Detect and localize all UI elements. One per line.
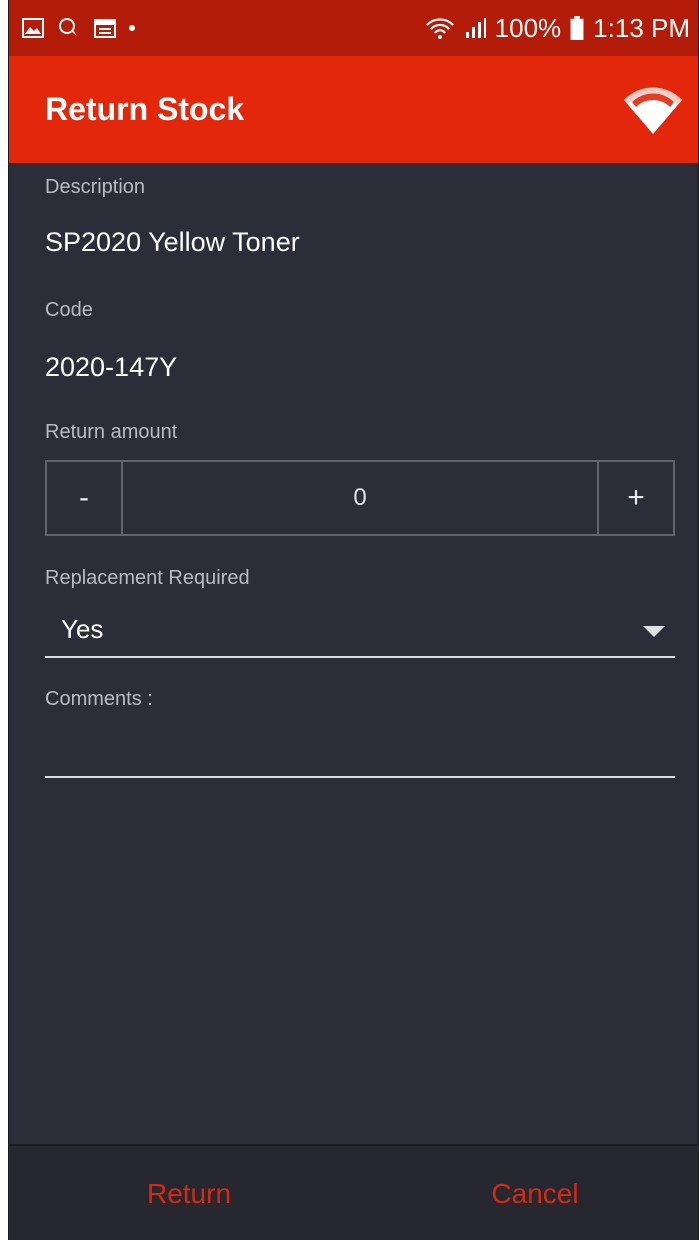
decrement-button[interactable]: - — [47, 462, 123, 534]
app-toolbar: Return Stock — [9, 56, 698, 163]
increment-button[interactable]: + — [597, 462, 673, 534]
chat-icon — [59, 18, 77, 36]
action-bar: Return Cancel — [9, 1144, 698, 1240]
page-title: Return Stock — [45, 91, 245, 127]
clock: 1:13 PM — [593, 12, 690, 43]
comments-input[interactable] — [45, 776, 675, 778]
wifi-icon — [425, 18, 454, 39]
comments-label: Comments : — [45, 688, 153, 710]
cancel-button[interactable]: Cancel — [385, 1146, 685, 1240]
calendar-icon — [94, 19, 116, 38]
battery-icon — [570, 16, 584, 40]
notification-dot — [129, 25, 135, 31]
signal-icon — [465, 18, 486, 38]
replacement-required-label: Replacement Required — [45, 567, 250, 589]
quantity-value[interactable]: 0 — [123, 462, 597, 534]
description-label: Description — [45, 176, 146, 198]
wifi-icon[interactable] — [622, 82, 684, 138]
code-value: 2020-147Y — [45, 352, 178, 382]
replacement-select-value: Yes — [61, 614, 104, 644]
app-window: 100% 1:13 PM Return Stock Description SP… — [8, 0, 699, 1240]
code-label: Code — [45, 299, 93, 321]
gallery-icon — [22, 18, 44, 38]
chevron-down-icon — [643, 626, 665, 637]
replacement-select[interactable]: Yes — [45, 606, 675, 658]
return-amount-label: Return amount — [45, 421, 178, 443]
return-button[interactable]: Return — [39, 1146, 339, 1240]
battery-percent: 100% — [494, 12, 562, 43]
description-value: SP2020 Yellow Toner — [45, 227, 300, 257]
status-bar: 100% 1:13 PM — [9, 0, 698, 56]
quantity-stepper: - 0 + — [45, 460, 675, 536]
